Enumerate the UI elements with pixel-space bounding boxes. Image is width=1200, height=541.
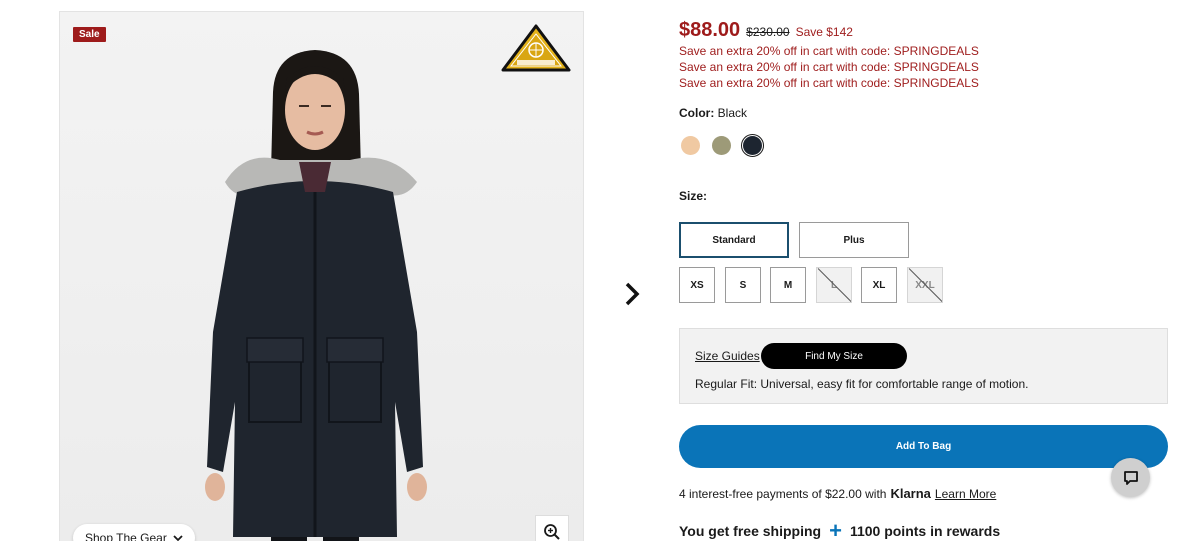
swatch-black[interactable] bbox=[741, 134, 764, 157]
size-xs-button[interactable]: XS bbox=[679, 267, 715, 303]
current-price: $88.00 bbox=[679, 19, 741, 41]
size-l-button[interactable]: L bbox=[816, 267, 852, 303]
promo-text: Save an extra 20% off in cart with code:… bbox=[679, 76, 979, 90]
find-my-size-button[interactable]: Find My Size bbox=[761, 343, 907, 369]
product-image-panel: Sale Shop The Gear bbox=[59, 11, 584, 541]
financing-row: 4 interest-free payments of $22.00 with … bbox=[679, 486, 996, 501]
size-m-button[interactable]: M bbox=[770, 267, 806, 303]
size-s-button[interactable]: S bbox=[725, 267, 761, 303]
klarna-logo: Klarna bbox=[890, 486, 931, 501]
product-page: Sale Shop The Gear $88.00 $230.00 Save $… bbox=[0, 0, 1200, 541]
size-xl-button[interactable]: XL bbox=[861, 267, 897, 303]
promo-text: Save an extra 20% off in cart with code:… bbox=[679, 60, 979, 74]
swatch-olive[interactable] bbox=[710, 134, 733, 157]
size-label: Size: bbox=[679, 189, 708, 203]
omni-heat-infinity-badge-icon bbox=[501, 24, 571, 72]
zoom-button[interactable] bbox=[535, 515, 569, 541]
fit-standard-button[interactable]: Standard bbox=[679, 222, 789, 258]
shop-the-gear-label: Shop The Gear bbox=[85, 531, 167, 541]
shop-the-gear-button[interactable]: Shop The Gear bbox=[73, 524, 195, 541]
color-label: Color: Black bbox=[679, 106, 747, 120]
original-price: $230.00 bbox=[746, 25, 790, 39]
add-to-bag-button[interactable]: Add To Bag bbox=[679, 425, 1168, 468]
learn-more-link[interactable]: Learn More bbox=[935, 487, 996, 501]
financing-text: 4 interest-free payments of $22.00 with bbox=[679, 487, 887, 501]
fit-info-box: Size Guides Find My Size Regular Fit: Un… bbox=[679, 328, 1168, 404]
chat-button[interactable] bbox=[1111, 458, 1150, 497]
selected-color: Black bbox=[717, 106, 748, 120]
free-shipping-text: You get free shipping bbox=[679, 523, 822, 539]
price-row: $88.00 $230.00 Save $142 bbox=[679, 19, 853, 42]
fit-description: Regular Fit: Universal, easy fit for com… bbox=[695, 377, 1029, 391]
sale-badge: Sale bbox=[73, 27, 106, 42]
plus-icon: + bbox=[829, 518, 842, 541]
savings-text: Save $142 bbox=[795, 25, 853, 39]
swatch-peach[interactable] bbox=[679, 134, 702, 157]
rewards-text: 1100 points in rewards bbox=[849, 523, 1001, 539]
promo-text: Save an extra 20% off in cart with code:… bbox=[679, 44, 979, 58]
zoom-in-icon bbox=[544, 524, 560, 540]
next-image-button[interactable] bbox=[618, 280, 646, 308]
product-photo bbox=[205, 50, 427, 541]
chat-bubble-icon bbox=[1123, 470, 1138, 485]
swatch-color bbox=[681, 136, 700, 155]
chevron-down-icon bbox=[173, 534, 183, 541]
size-xxl-button[interactable]: XXL bbox=[907, 267, 943, 303]
swatch-color bbox=[743, 136, 762, 155]
shipping-rewards-row: You get free shipping + 1100 points in r… bbox=[679, 518, 1001, 541]
color-swatches bbox=[679, 134, 764, 157]
fit-plus-button[interactable]: Plus bbox=[799, 222, 909, 258]
color-label-prefix: Color: bbox=[679, 106, 715, 120]
chevron-right-icon bbox=[625, 282, 640, 306]
size-guides-link[interactable]: Size Guides bbox=[695, 349, 760, 363]
swatch-color bbox=[712, 136, 731, 155]
